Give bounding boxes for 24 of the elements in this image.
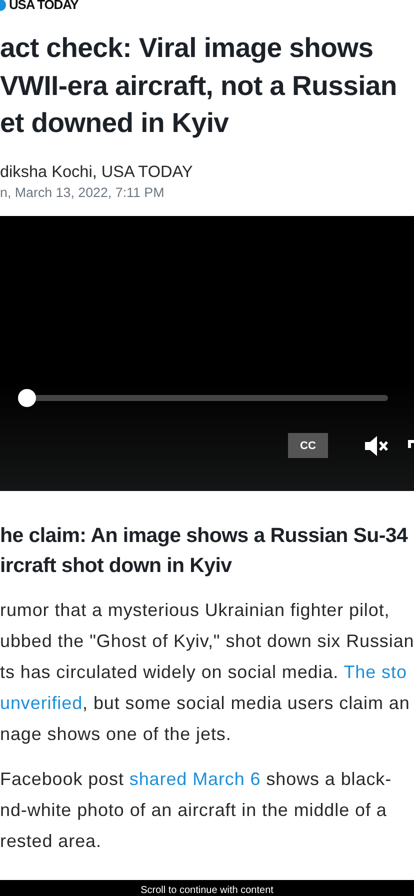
section-heading: he claim: An image shows a Russian Su-34 (0, 522, 408, 548)
article-link[interactable]: shared March 6 (129, 768, 261, 788)
paragraph-line: rumor that a mysterious Ukrainian fighter pilot, (0, 598, 390, 622)
publish-date: n, March 13, 2022, 7:11 PM (0, 184, 166, 200)
article-link[interactable]: The sto (344, 662, 407, 682)
paragraph-line: ubbed the "Ghost of Kyiv," shot down six Russian (0, 630, 414, 653)
paragraph-line: nd-white photo of an aircraft in the middle of a (0, 798, 387, 822)
logo-icon (0, 0, 6, 11)
paragraph-line: Facebook post shared March 6 shows a black- (0, 768, 392, 791)
video-player[interactable]: CC (0, 216, 414, 490)
paragraph-line: ts has circulated widely on social media. The sto (0, 660, 407, 684)
captions-button[interactable]: CC (288, 433, 328, 458)
headline-line: act check: Viral image shows (0, 31, 374, 65)
muted-speaker-icon[interactable] (364, 434, 390, 456)
paragraph-line: unverified, but some social media users claim an (0, 692, 410, 714)
paragraph-line: nage shows one of the jets. (0, 722, 232, 746)
article-link[interactable]: unverified (0, 692, 83, 712)
paragraph-line: rested area. (0, 830, 102, 852)
logo[interactable]: USA TODAY (9, 0, 78, 11)
section-heading: ircraft shot down in Kyiv (0, 552, 232, 578)
scroll-hint: Scroll to continue with content (140, 884, 274, 896)
byline: diksha Kochi, USA TODAY (0, 162, 194, 182)
headline-line: et downed in Kyiv (0, 106, 229, 140)
headline-line: VWII-era aircraft, not a Russian (0, 68, 397, 102)
